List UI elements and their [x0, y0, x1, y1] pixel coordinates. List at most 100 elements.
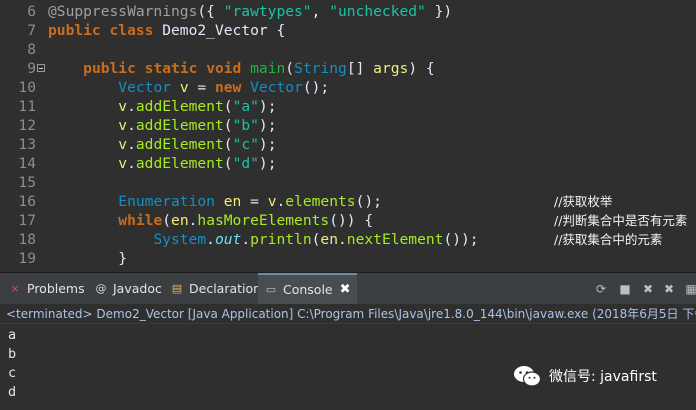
stop-icon[interactable]: ■	[618, 282, 632, 296]
code-line[interactable]: 7 public class Demo2_Vector {	[0, 21, 696, 40]
code-token: public	[48, 22, 101, 39]
code-line[interactable]: 19 }	[0, 249, 696, 268]
console-view[interactable]: <terminated> Demo2_Vector [Java Applicat…	[0, 304, 696, 410]
code-token: @SuppressWarnings	[48, 3, 198, 20]
code-token: .	[127, 117, 136, 134]
code-line[interactable]: 6 @SuppressWarnings({ "rawtypes", "unchec…	[0, 2, 696, 21]
code-token: .	[338, 231, 347, 248]
code-token: ();	[355, 193, 382, 210]
code-token: (	[285, 60, 295, 77]
code-token: .	[127, 155, 136, 172]
code-line[interactable]: 18 System.out.println(en.nextElement());…	[0, 230, 696, 249]
code-line[interactable]: 14 v.addElement("d");	[0, 154, 696, 173]
code-token: );	[258, 98, 277, 115]
code-token: .	[241, 231, 251, 248]
declaration-icon: ▤	[171, 282, 183, 295]
code-editor[interactable]: 6 @SuppressWarnings({ "rawtypes", "unchec…	[0, 0, 696, 272]
code-token: .	[206, 231, 215, 248]
pin-icon[interactable]: ⟳	[594, 282, 608, 296]
close-icon[interactable]: ✖	[340, 274, 351, 306]
tab-label: Declaration	[189, 281, 262, 296]
code-text: Enumeration en = v.elements();	[48, 192, 382, 211]
code-token: .	[127, 136, 136, 153]
code-token: "b"	[232, 117, 259, 134]
code-token: Enumeration	[118, 193, 215, 210]
code-line[interactable]: 13 v.addElement("c");	[0, 135, 696, 154]
code-line[interactable]: 17 while(en.hasMoreElements()) {//判断集合中是…	[0, 211, 696, 230]
tab-problems[interactable]: × Problems	[2, 273, 91, 305]
line-number: 18	[18, 231, 36, 248]
line-number: 14	[18, 155, 36, 172]
code-text: v.addElement("c");	[48, 135, 277, 154]
views-tab-bar: × Problems @ Javadoc ▤ Declaration ▭ Console ✖ ⟳ ■…	[0, 272, 696, 305]
code-comment: //获取枚举	[554, 194, 613, 209]
code-token: out	[214, 231, 242, 248]
remove-launch-icon[interactable]: ✖	[641, 282, 655, 296]
line-number: 10	[18, 79, 36, 96]
line-number: 11	[18, 98, 36, 115]
code-line[interactable]: 10 Vector v = new Vector();	[0, 78, 696, 97]
code-token: en	[320, 231, 338, 248]
problems-icon: ×	[10, 282, 20, 295]
line-number: 16	[18, 193, 36, 210]
remove-all-icon[interactable]: ✖	[662, 282, 676, 296]
code-token: Vector	[250, 79, 303, 96]
code-token: ());	[443, 231, 479, 248]
code-line[interactable]: 12 v.addElement("b");	[0, 116, 696, 135]
code-text: @SuppressWarnings({ "rawtypes", "uncheck…	[48, 2, 452, 21]
tab-console[interactable]: ▭ Console ✖	[258, 273, 357, 305]
watermark: 微信号: javafirst	[513, 363, 657, 389]
code-line[interactable]: 8	[0, 40, 696, 59]
console-output-line: d	[8, 384, 17, 400]
code-line[interactable]: 9 public static void main(String[] args)…	[0, 59, 696, 78]
code-token: "d"	[232, 155, 259, 172]
fold-collapse-icon[interactable]	[37, 64, 45, 72]
code-text: while(en.hasMoreElements()) {	[48, 211, 373, 230]
console-icon: ▭	[265, 283, 277, 296]
code-token: ({	[197, 3, 224, 20]
code-token: =	[188, 79, 215, 96]
tab-javadoc[interactable]: @ Javadoc	[88, 273, 168, 305]
line-number: 9	[27, 60, 36, 77]
javadoc-icon: @	[95, 282, 107, 295]
tab-declaration[interactable]: ▤ Declaration	[164, 273, 267, 305]
code-line[interactable]: 11 v.addElement("a");	[0, 97, 696, 116]
code-token: public	[83, 60, 136, 77]
code-token: v	[118, 98, 128, 115]
code-token: (	[162, 212, 172, 229]
code-token: Demo2_Vector {	[153, 22, 286, 39]
line-number: 8	[27, 41, 36, 58]
code-token: "a"	[232, 98, 259, 115]
code-line[interactable]: 16 Enumeration en = v.elements(); //获取枚举	[0, 192, 696, 211]
console-status: <terminated> Demo2_Vector [Java Applicat…	[0, 304, 696, 324]
code-token: "rawtypes"	[223, 3, 312, 20]
code-line[interactable]: 15	[0, 173, 696, 192]
code-token: );	[258, 136, 277, 153]
code-token: .	[276, 193, 286, 210]
code-token: System	[153, 231, 207, 248]
console-output-line: c	[8, 365, 17, 381]
console-output-line: a	[8, 327, 17, 343]
code-comment: //判断集合中是否有元素	[554, 213, 688, 228]
code-token: (	[223, 155, 233, 172]
code-token: (	[223, 98, 233, 115]
clear-console-icon[interactable]: ▦	[684, 282, 696, 296]
code-text: v.addElement("d");	[48, 154, 277, 173]
code-token: })	[425, 3, 453, 20]
watermark-text: 微信号: javafirst	[549, 369, 657, 385]
code-text: v.addElement("b");	[48, 116, 276, 135]
code-token: );	[258, 155, 277, 172]
code-token: v	[179, 79, 189, 96]
code-token: "unchecked"	[329, 3, 426, 20]
code-token: v	[118, 117, 128, 134]
code-token: }	[48, 250, 128, 267]
